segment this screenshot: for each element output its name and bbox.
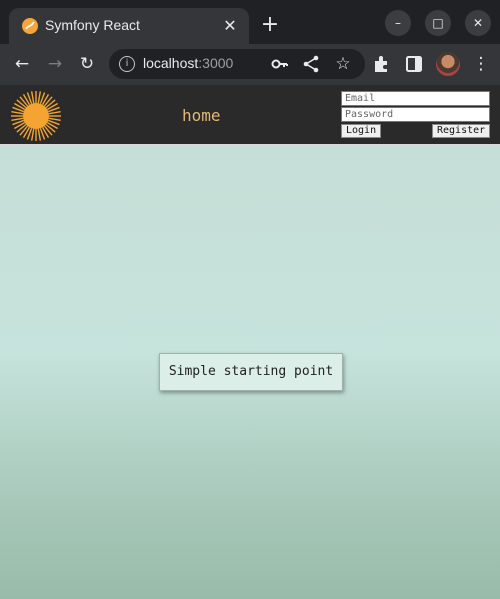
star-icon[interactable]: ☆ — [331, 52, 355, 76]
more-menu-icon[interactable]: ⋮ — [469, 52, 493, 76]
key-icon[interactable] — [268, 52, 292, 76]
forward-arrow-icon[interactable]: → — [43, 52, 67, 76]
new-tab-button[interactable]: + — [258, 14, 282, 38]
share-icon[interactable] — [299, 52, 323, 76]
sunburst-logo-icon[interactable] — [10, 90, 62, 142]
login-button[interactable]: Login — [341, 124, 381, 138]
browser-toolbar: ← → ↻ i localhost:3000 ☆ ⋮ — [0, 44, 500, 85]
email-input[interactable] — [341, 91, 490, 106]
minimize-button[interactable]: – — [385, 10, 411, 36]
tab-close-icon[interactable]: ✕ — [221, 17, 239, 35]
symfony-favicon-icon — [22, 18, 38, 34]
register-button[interactable]: Register — [432, 124, 490, 138]
info-icon[interactable]: i — [119, 56, 135, 72]
tab-title: Symfony React — [45, 17, 140, 33]
page-content: home Login Register Simple starting poin… — [0, 85, 500, 599]
back-arrow-icon[interactable]: ← — [10, 52, 34, 76]
site-header: home Login Register — [0, 85, 500, 146]
browser-tab[interactable]: Symfony React ✕ — [9, 8, 249, 44]
reload-icon[interactable]: ↻ — [75, 52, 99, 76]
extensions-icon[interactable] — [370, 52, 394, 76]
starting-point-card: Simple starting point — [159, 353, 343, 391]
password-input[interactable] — [341, 107, 490, 122]
address-bar[interactable]: i localhost:3000 — [109, 49, 365, 79]
maximize-button[interactable]: □ — [425, 10, 451, 36]
side-panel-icon[interactable] — [402, 52, 426, 76]
avatar[interactable] — [436, 52, 460, 76]
url-port: :3000 — [198, 55, 234, 71]
browser-tab-bar: Symfony React ✕ + – □ ✕ — [0, 0, 500, 44]
nav-home-link[interactable]: home — [182, 106, 221, 125]
url-text: localhost:3000 — [143, 55, 233, 71]
close-window-button[interactable]: ✕ — [465, 10, 491, 36]
url-host: localhost — [143, 55, 199, 71]
